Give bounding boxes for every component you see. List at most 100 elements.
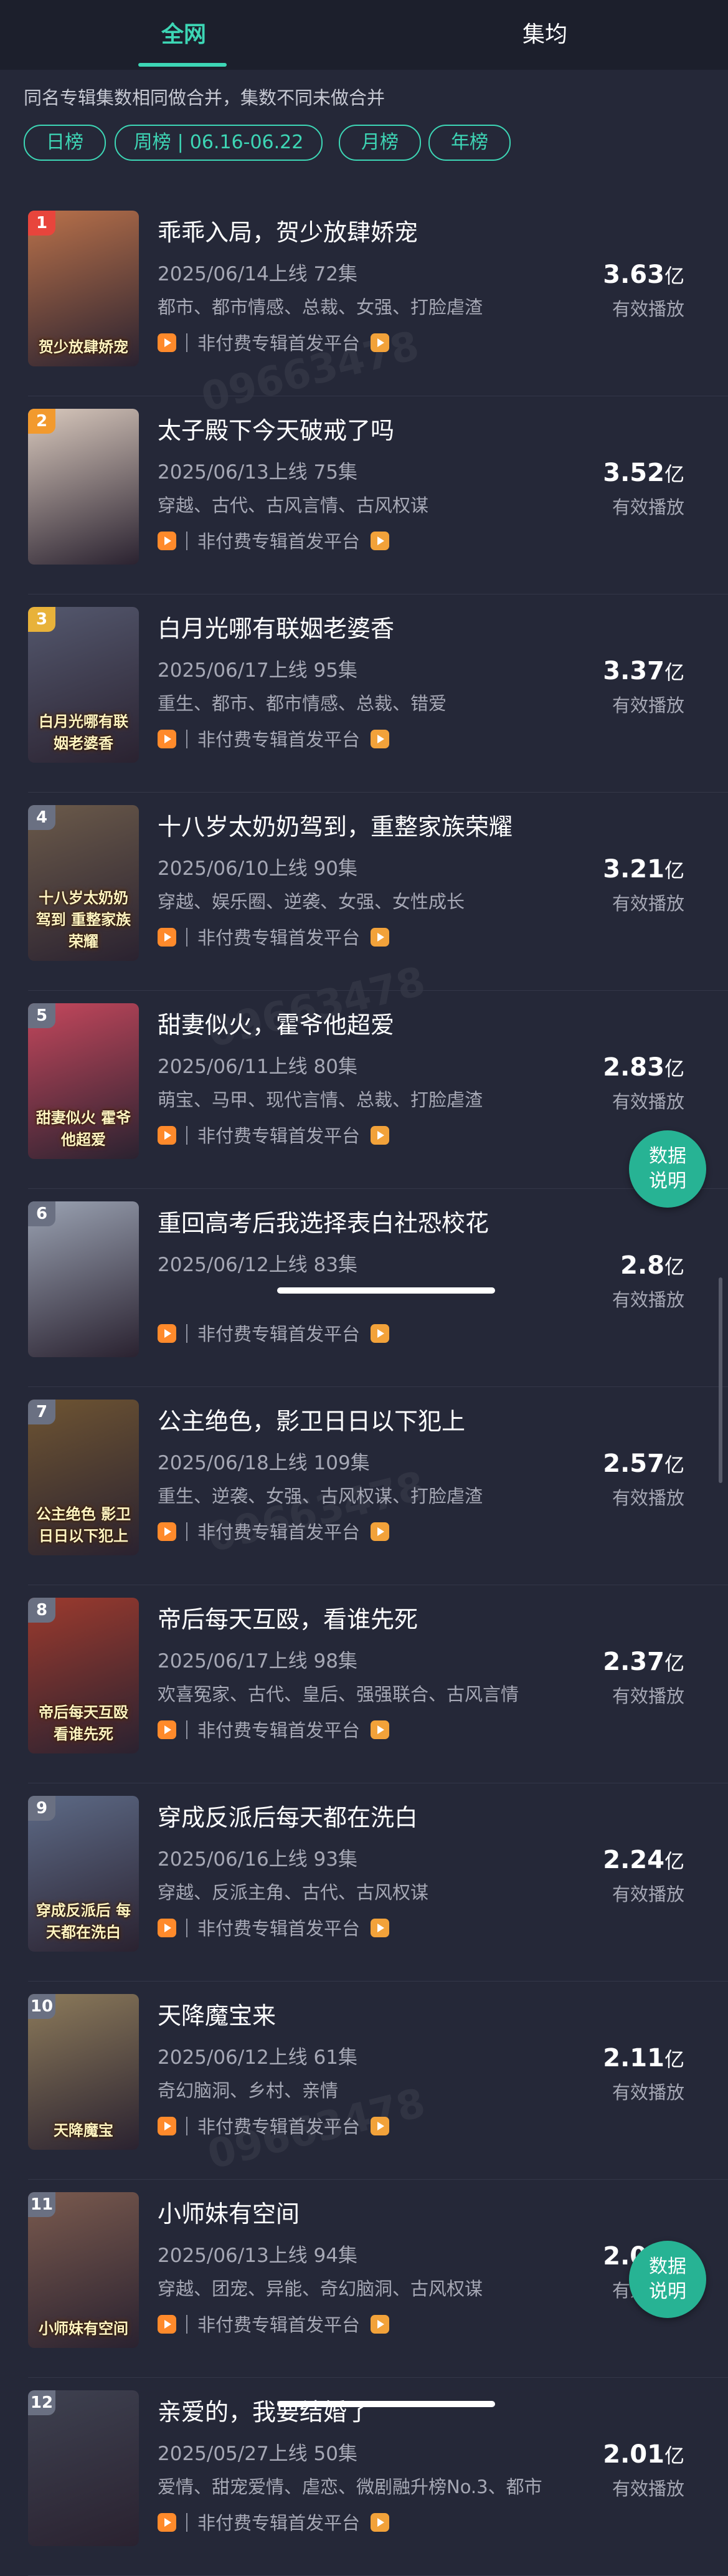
rank-badge: 3	[28, 607, 55, 632]
play-count: 3.37亿	[603, 657, 684, 685]
poster-image[interactable]: 6	[28, 1201, 139, 1357]
tab-active-indicator	[138, 63, 227, 67]
platform-row: 非付费专辑首发平台	[158, 1518, 390, 1543]
filter-month-button[interactable]: 月榜	[339, 125, 421, 161]
rank-badge: 10	[28, 1994, 55, 2019]
platform-logo-icon	[371, 1126, 390, 1145]
play-count: 3.21亿	[603, 855, 684, 884]
drama-title[interactable]: 公主绝色，影卫日日以下犯上	[158, 1402, 643, 1436]
separator	[186, 1324, 187, 1343]
genre-tags: 欢喜冤家、古代、皇后、强强联合、古风言情	[158, 1684, 519, 1705]
release-info: 2025/06/18上线 109集	[158, 1452, 370, 1474]
separator	[186, 1126, 187, 1145]
list-item[interactable]: 7 公主绝色 影卫日日以下犯上 公主绝色，影卫日日以下犯上 2025/06/18…	[0, 1387, 728, 1585]
tab-per-episode[interactable]: 集均	[498, 0, 592, 70]
play-platform-icon	[158, 1919, 176, 1937]
play-count-label: 有效播放	[612, 1686, 684, 1707]
separator	[186, 1720, 187, 1739]
play-count-unit: 亿	[664, 661, 684, 684]
platform-logo-icon	[371, 2315, 390, 2334]
genre-tags: 穿越、团宠、异能、奇幻脑洞、古风权谋	[158, 2278, 483, 2299]
list-item[interactable]: 5 甜妻似火 霍爷他超爱 甜妻似火，霍爷他超爱 2025/06/11上线 80集…	[0, 991, 728, 1189]
platform-row: 非付费专辑首发平台	[158, 725, 390, 750]
play-platform-icon	[158, 1324, 176, 1343]
list-item[interactable]: 9 穿成反派后 每天都在洗白 穿成反派后每天都在洗白 2025/06/16上线 …	[0, 1783, 728, 1982]
drama-title[interactable]: 亲爱的，我要结婚了	[158, 2393, 643, 2427]
filter-week-separator: |	[177, 131, 184, 153]
play-count-label: 有效播放	[612, 1884, 684, 1905]
filter-week-button[interactable]: 周榜 | 06.16-06.22	[115, 125, 323, 161]
play-count-value: 3.21	[603, 855, 664, 884]
poster-image[interactable]: 11 小师妹有空间	[28, 2192, 139, 2348]
data-explanation-button[interactable]: 数据说明	[629, 2241, 706, 2318]
play-count-value: 2.01	[603, 2440, 664, 2469]
list-item[interactable]: 2 太子殿下今天破戒了吗 2025/06/13上线 75集 穿越、古代、古风言情…	[0, 396, 728, 594]
poster-image[interactable]: 3 白月光哪有联姻老婆香	[28, 607, 139, 763]
platform-logo-icon	[371, 1720, 390, 1739]
list-item[interactable]: 11 小师妹有空间 小师妹有空间 2025/06/13上线 94集 穿越、团宠、…	[0, 2180, 728, 2378]
separator	[186, 2513, 187, 2532]
separator	[186, 928, 187, 947]
poster-title-text: 甜妻似火 霍爷他超爱	[35, 1109, 131, 1148]
drama-title[interactable]: 白月光哪有联姻老婆香	[158, 609, 643, 644]
drama-title[interactable]: 穿成反派后每天都在洗白	[158, 1798, 643, 1833]
list-item[interactable]: 4 十八岁太奶奶驾到 重整家族荣耀 十八岁太奶奶驾到，重整家族荣耀 2025/0…	[0, 793, 728, 991]
rank-badge: 9	[28, 1796, 55, 1821]
play-count-value: 2.11	[603, 2044, 664, 2073]
list-item[interactable]: 1 贺少放肆娇宠 乖乖入局，贺少放肆娇宠 2025/06/14上线 72集 都市…	[0, 198, 728, 396]
poster-image[interactable]: 10 天降魔宝	[28, 1994, 139, 2150]
drama-title[interactable]: 乖乖入局，贺少放肆娇宠	[158, 213, 643, 247]
drama-title[interactable]: 天降魔宝来	[158, 1996, 643, 2031]
release-info: 2025/05/27上线 50集	[158, 2443, 357, 2465]
release-info: 2025/06/17上线 98集	[158, 1650, 357, 1672]
play-count-label: 有效播放	[612, 298, 684, 320]
drama-title[interactable]: 十八岁太奶奶驾到，重整家族荣耀	[158, 808, 643, 842]
play-count-unit: 亿	[664, 1255, 684, 1279]
platform-label: 非付费专辑首发平台	[197, 927, 361, 948]
poster-image[interactable]: 2	[28, 409, 139, 565]
separator	[186, 730, 187, 748]
data-explanation-button[interactable]: 数据说明	[629, 1130, 706, 1208]
drama-title[interactable]: 帝后每天互殴，看谁先死	[158, 1600, 643, 1634]
play-count: 2.57亿	[603, 1449, 684, 1478]
list-item[interactable]: 10 天降魔宝 天降魔宝来 2025/06/12上线 61集 奇幻脑洞、乡村、亲…	[0, 1982, 728, 2180]
filter-day-button[interactable]: 日榜	[24, 125, 106, 161]
play-count: 3.63亿	[603, 260, 684, 289]
poster-image[interactable]: 9 穿成反派后 每天都在洗白	[28, 1796, 139, 1952]
play-count-value: 2.83	[603, 1053, 664, 1082]
home-indicator	[277, 2401, 495, 2407]
platform-label: 非付费专辑首发平台	[197, 1720, 361, 1741]
drama-title[interactable]: 重回高考后我选择表白社恐校花	[158, 1204, 643, 1238]
play-count-label: 有效播放	[612, 893, 684, 914]
poster-image[interactable]: 4 十八岁太奶奶驾到 重整家族荣耀	[28, 805, 139, 961]
platform-label: 非付费专辑首发平台	[197, 1522, 361, 1543]
play-count-unit: 亿	[664, 2048, 684, 2071]
platform-logo-icon	[371, 928, 390, 947]
list-item[interactable]: 3 白月光哪有联姻老婆香 白月光哪有联姻老婆香 2025/06/17上线 95集…	[0, 594, 728, 793]
genre-tags: 重生、逆袭、女强、古风权谋、打脸虐渣	[158, 1486, 483, 1507]
poster-image[interactable]: 5 甜妻似火 霍爷他超爱	[28, 1003, 139, 1159]
filter-year-button[interactable]: 年榜	[428, 125, 511, 161]
play-count-value: 2.24	[603, 1846, 664, 1874]
list-item[interactable]: 8 帝后每天互殴 看谁先死 帝后每天互殴，看谁先死 2025/06/17上线 9…	[0, 1585, 728, 1783]
play-count-value: 2.57	[603, 1449, 664, 1478]
play-count: 2.11亿	[603, 2044, 684, 2073]
play-count-value: 3.52	[603, 459, 664, 487]
genre-tags: 都市、都市情感、总裁、女强、打脸虐渣	[158, 297, 483, 318]
rank-badge: 11	[28, 2192, 55, 2217]
poster-title-text: 小师妹有空间	[39, 2320, 128, 2337]
drama-title[interactable]: 小师妹有空间	[158, 2195, 643, 2229]
drama-title[interactable]: 太子殿下今天破戒了吗	[158, 411, 643, 446]
drama-title[interactable]: 甜妻似火，霍爷他超爱	[158, 1006, 643, 1040]
play-count: 2.24亿	[603, 1846, 684, 1874]
list-item[interactable]: 12 亲爱的，我要结婚了 2025/05/27上线 50集 爱情、甜宠爱情、虐恋…	[0, 2378, 728, 2576]
scrollbar[interactable]	[719, 1277, 722, 1483]
tab-all-network[interactable]: 全网	[137, 0, 230, 70]
poster-image[interactable]: 12	[28, 2390, 139, 2546]
poster-image[interactable]: 1 贺少放肆娇宠	[28, 211, 139, 366]
poster-title-text: 贺少放肆娇宠	[39, 338, 128, 356]
poster-image[interactable]: 8 帝后每天互殴 看谁先死	[28, 1598, 139, 1753]
poster-image[interactable]: 7 公主绝色 影卫日日以下犯上	[28, 1400, 139, 1555]
platform-row: 非付费专辑首发平台	[158, 1320, 390, 1345]
separator	[186, 1919, 187, 1937]
